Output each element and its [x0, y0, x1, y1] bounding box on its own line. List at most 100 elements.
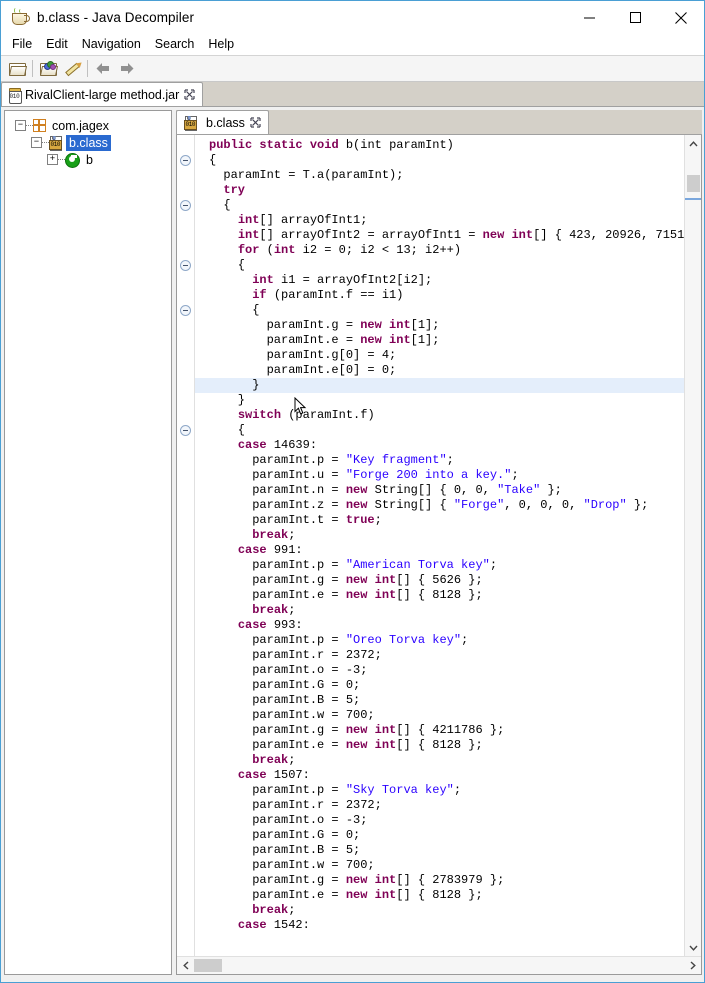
scroll-up-icon[interactable] [685, 135, 701, 152]
code-token: ; [288, 528, 296, 542]
code-line: paramInt.e = new int[] { 8128 }; [195, 738, 684, 753]
code-token: case [237, 768, 267, 782]
code-line: public static void b(int paramInt) [195, 138, 684, 153]
vertical-scroll-thumb[interactable] [687, 175, 700, 192]
pencil-icon[interactable] [60, 58, 84, 80]
code-token: paramInt.g = [209, 723, 346, 737]
package-tree-panel[interactable]: − com.jagex − J010 b.class [4, 110, 172, 975]
scroll-down-icon[interactable] [685, 939, 701, 956]
code-token: int [237, 213, 260, 227]
code-token: true [345, 513, 375, 527]
tree-node-label: com.jagex [52, 118, 109, 133]
code-token: paramInt.w = 700; [209, 858, 375, 872]
horizontal-scrollbar[interactable] [177, 956, 701, 974]
close-tab-icon[interactable] [184, 89, 195, 100]
code-token: "Drop" [583, 498, 627, 512]
menu-bar: File Edit Navigation Search Help [1, 34, 704, 56]
window-title: b.class - Java Decompiler [37, 10, 195, 25]
fold-toggle-icon[interactable] [180, 425, 191, 436]
scroll-left-icon[interactable] [177, 957, 194, 974]
code-token: int [374, 738, 397, 752]
tab-b-class[interactable]: J010 b.class [176, 110, 269, 134]
code-token: paramInt.w = 700; [209, 708, 375, 722]
jar-file-icon: 010 [8, 87, 22, 104]
code-token: [] { 4211786 }; [396, 723, 505, 737]
code-line: paramInt.n = new String[] { 0, 0, "Take"… [195, 483, 684, 498]
tree-node-method-b[interactable]: + b [5, 151, 171, 168]
code-token: int [237, 228, 260, 242]
status-bar [1, 978, 704, 982]
fold-toggle-icon[interactable] [180, 200, 191, 211]
fold-gutter[interactable] [177, 135, 195, 956]
code-token: case [237, 918, 267, 932]
menu-help[interactable]: Help [201, 34, 241, 55]
tree-node-b-class[interactable]: − J010 b.class [5, 134, 171, 151]
code-line: paramInt.e = new int[] { 8128 }; [195, 588, 684, 603]
tree-node-label-selected: b.class [66, 134, 111, 151]
code-token: [] { 5626 }; [396, 573, 483, 587]
code-token: paramInt.g = [209, 873, 346, 887]
class-file-icon-tab: J010 [184, 115, 197, 131]
code-token: }; [626, 498, 649, 512]
code-line: paramInt.g = new int[1]; [195, 318, 684, 333]
code-line: for (int i2 = 0; i2 < 13; i2++) [195, 243, 684, 258]
code-token: paramInt.o = -3; [209, 813, 368, 827]
code-line: } [195, 378, 684, 393]
fold-toggle-icon[interactable] [180, 305, 191, 316]
scroll-right-icon[interactable] [684, 957, 701, 974]
code-view[interactable]: public static void b(int paramInt) { para… [195, 135, 684, 956]
code-token: ; [374, 513, 382, 527]
code-token: paramInt.z = [209, 498, 346, 512]
main-split: − com.jagex − J010 b.class [1, 107, 704, 978]
code-token: switch [237, 408, 282, 422]
code-line: paramInt.u = "Forge 200 into a key."; [195, 468, 684, 483]
code-token: try [223, 183, 246, 197]
code-token: case [237, 543, 267, 557]
editor-row: public static void b(int paramInt) { para… [177, 135, 701, 956]
tab-rivalclient-jar[interactable]: 010 RivalClient-large method.jar [1, 82, 204, 106]
collapse-expander-icon[interactable]: − [15, 120, 26, 131]
code-line: int[] arrayOfInt2 = arrayOfInt1 = new in… [195, 228, 684, 243]
code-token: new [360, 333, 382, 347]
close-editor-tab-icon[interactable] [250, 117, 261, 128]
tree-node-com-jagex[interactable]: − com.jagex [5, 117, 171, 134]
code-line: case 993: [195, 618, 684, 633]
open-type-icon[interactable] [36, 58, 60, 80]
horizontal-scroll-thumb[interactable] [194, 959, 222, 972]
menu-file[interactable]: File [10, 34, 39, 55]
code-token: [1]; [410, 318, 440, 332]
menu-navigation[interactable]: Navigation [75, 34, 148, 55]
close-icon[interactable] [658, 1, 704, 34]
code-line: break; [195, 753, 684, 768]
code-token: ; [446, 453, 454, 467]
back-arrow-icon[interactable] [91, 58, 115, 80]
maximize-icon[interactable] [612, 1, 658, 34]
vertical-scrollbar[interactable] [684, 135, 701, 956]
code-line: { [195, 303, 684, 318]
code-line: paramInt.e = new int[1]; [195, 333, 684, 348]
fold-toggle-icon[interactable] [180, 260, 191, 271]
code-line: paramInt.e = new int[] { 8128 }; [195, 888, 684, 903]
menu-search[interactable]: Search [148, 34, 202, 55]
scroll-position-marker [685, 198, 701, 200]
code-line: paramInt.g = new int[] { 5626 }; [195, 573, 684, 588]
collapse-expander-icon-2[interactable]: − [31, 137, 42, 148]
code-token: paramInt.B = 5; [209, 693, 361, 707]
code-token: "Forge 200 into a key." [345, 468, 512, 482]
forward-arrow-icon[interactable] [115, 58, 139, 80]
expand-expander-icon[interactable]: + [47, 154, 58, 165]
code-line: paramInt.z = new String[] { "Forge", 0, … [195, 498, 684, 513]
code-token: { [209, 423, 246, 437]
java-decompiler-window: b.class - Java Decompiler File Edit Navi… [0, 0, 705, 983]
menu-edit[interactable]: Edit [39, 34, 75, 55]
open-folder-icon[interactable] [5, 58, 29, 80]
fold-toggle-icon[interactable] [180, 155, 191, 166]
minimize-icon[interactable] [566, 1, 612, 34]
